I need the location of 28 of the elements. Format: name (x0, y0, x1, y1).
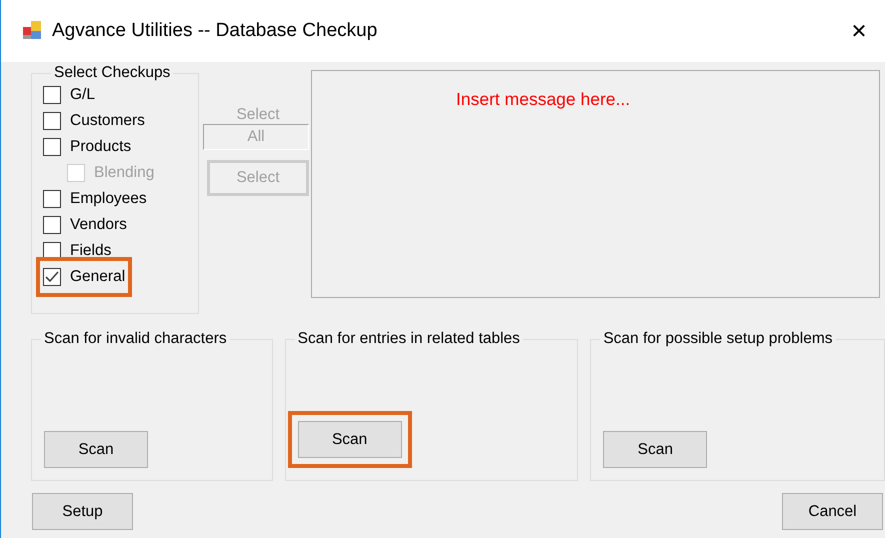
app-icon (23, 21, 43, 41)
window-title: Agvance Utilities -- Database Checkup (52, 20, 378, 42)
select-all-label: Select (236, 106, 280, 124)
checkbox[interactable] (43, 190, 61, 208)
checkbox-label: General (70, 268, 126, 286)
checkbox[interactable] (43, 138, 61, 156)
footer-button[interactable]: Cancel (782, 493, 883, 530)
checkbox[interactable] (43, 216, 61, 234)
checkbox-label: Employees (70, 190, 147, 208)
checkbox[interactable] (43, 112, 61, 130)
checkbox-label: Fields (70, 242, 112, 260)
group-title: Scan for invalid characters (43, 330, 228, 348)
scan-button[interactable]: Scan (298, 421, 402, 458)
checkbox-label: Vendors (70, 216, 127, 234)
group-title: Scan for possible setup problems (602, 330, 834, 348)
checkbox-label: Products (70, 138, 132, 156)
message-text: Insert message here... (456, 89, 630, 109)
group-title: Scan for entries in related tables (296, 330, 521, 348)
checkbox-label: Customers (70, 112, 145, 130)
scan-button[interactable]: Scan (44, 431, 148, 468)
close-button[interactable]: ✕ (839, 19, 879, 43)
checkbox-label: G/L (70, 86, 95, 104)
checkbox[interactable] (43, 268, 61, 286)
checkbox-label: Blending (94, 164, 154, 182)
checkbox[interactable] (43, 86, 61, 104)
scan-button[interactable]: Scan (603, 431, 708, 468)
group-title: Select Checkups (53, 64, 172, 82)
footer-button[interactable]: Setup (32, 493, 133, 530)
